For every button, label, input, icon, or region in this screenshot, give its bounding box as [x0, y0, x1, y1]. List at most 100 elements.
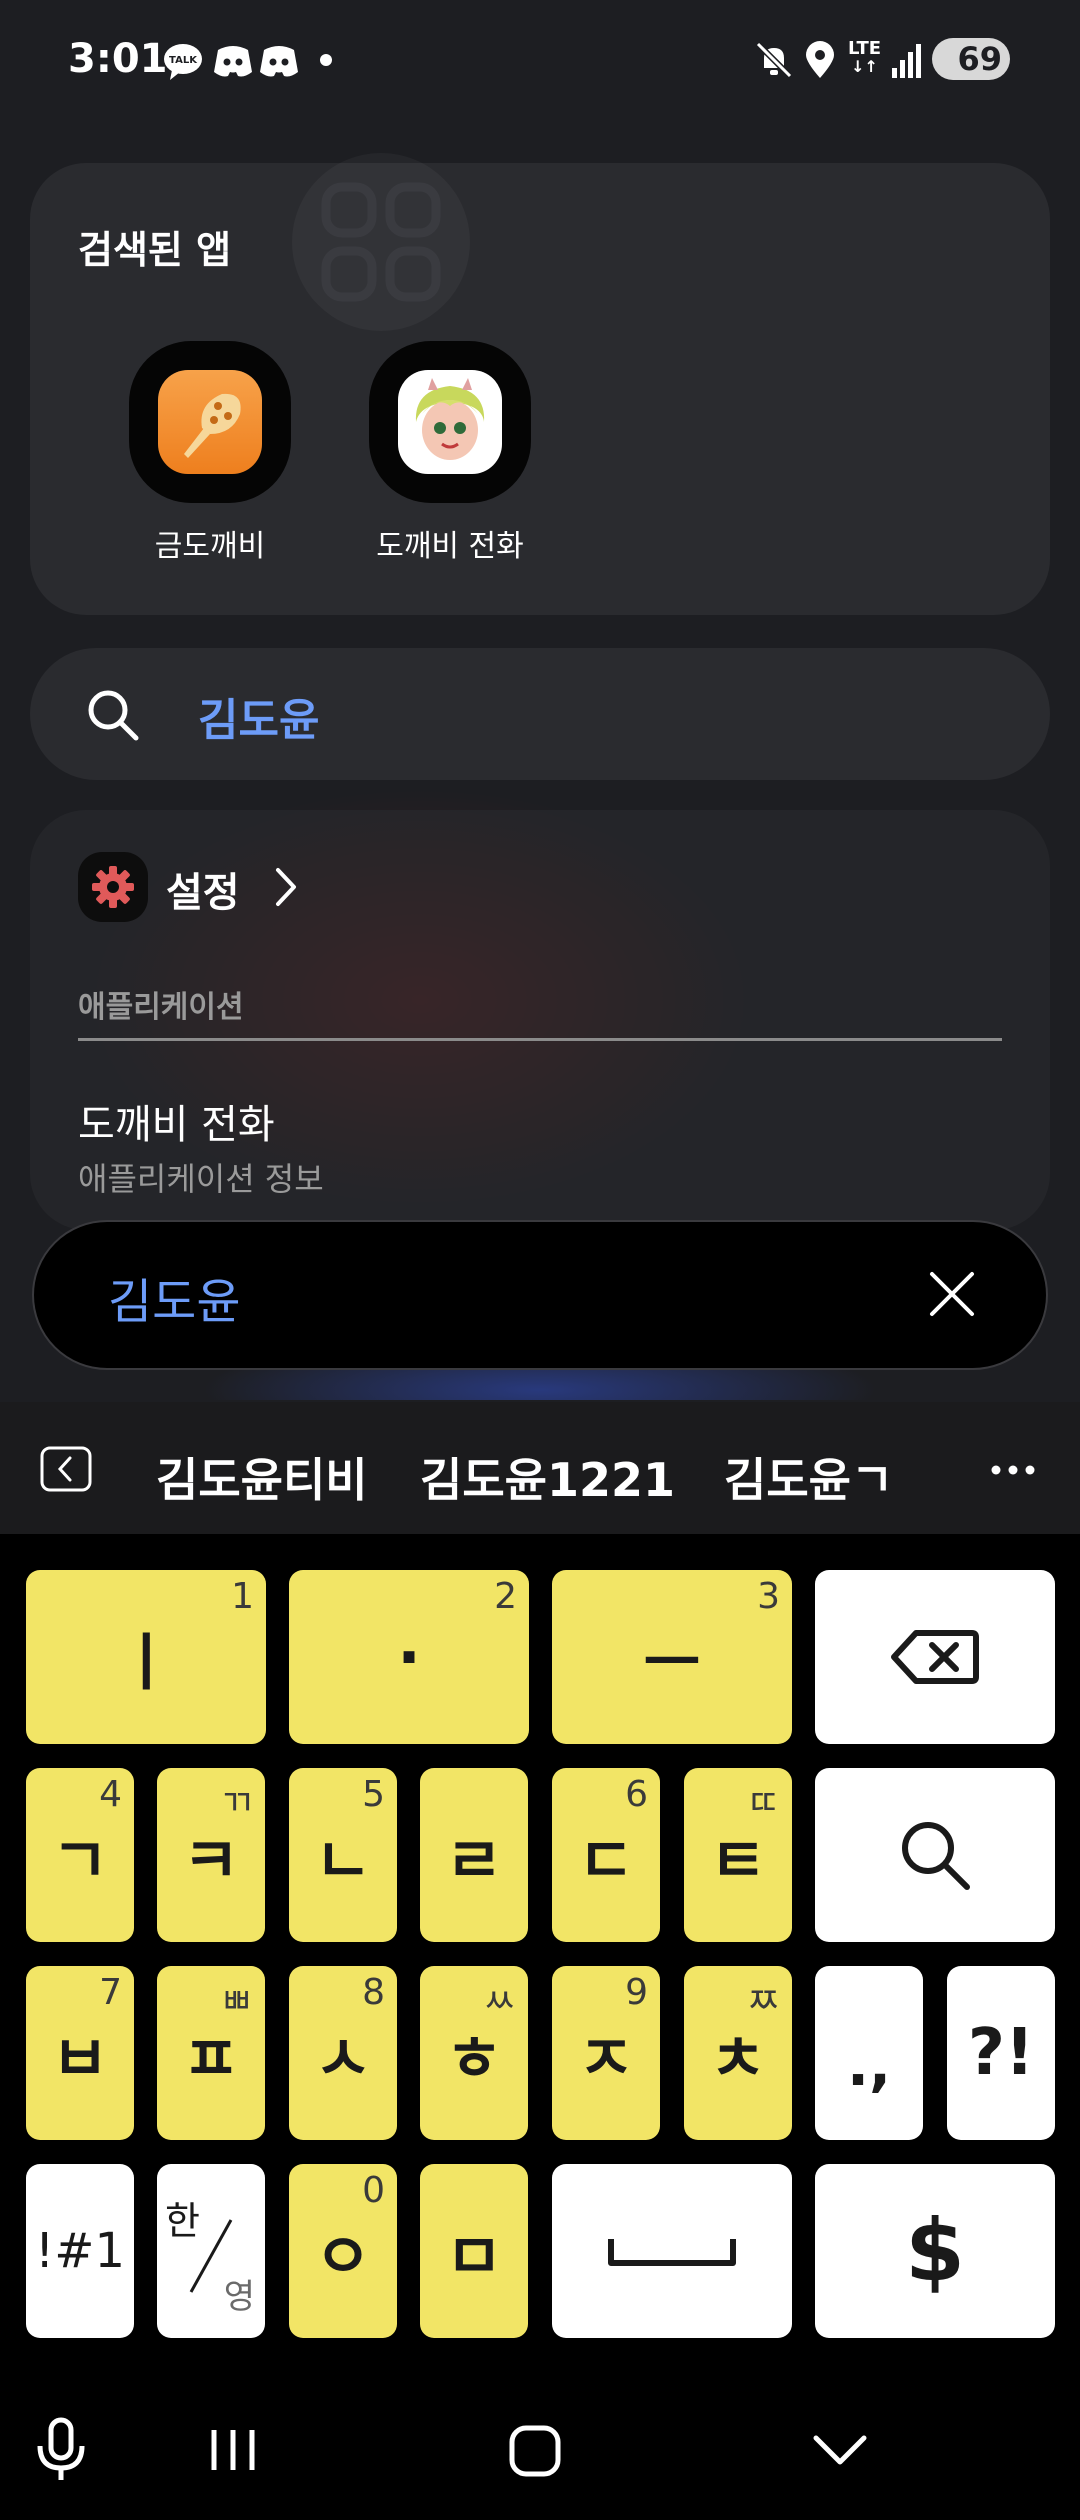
key-char: ㄱ: [51, 1824, 109, 1897]
key-char: ·: [397, 1620, 421, 1694]
backspace-icon: [891, 1630, 979, 1684]
key-number: ㅃ: [219, 1981, 253, 2022]
key-d[interactable]: 6 ㄷ: [552, 1768, 660, 1942]
key-s[interactable]: 8 ㅅ: [289, 1966, 397, 2140]
home-icon[interactable]: [508, 2424, 562, 2478]
key-number: 6: [625, 1774, 648, 1815]
key-number: ㄸ: [746, 1783, 780, 1824]
search-input-value: 김도윤: [108, 1274, 241, 1330]
result-item-subtitle: 애플리케이션 정보: [78, 1160, 324, 1198]
search-key[interactable]: [815, 1768, 1055, 1942]
search-results-card: 설정 애플리케이션 도깨비 전화 애플리케이션 정보: [30, 810, 1050, 1230]
discord-icon: [260, 46, 298, 77]
search-icon: [902, 1822, 970, 1890]
divider: [78, 1038, 1002, 1041]
more-icon[interactable]: [990, 1464, 1036, 1476]
key-number: ㅉ: [746, 1981, 780, 2022]
key-h[interactable]: ㅆ ㅎ: [420, 1966, 528, 2140]
network-label: LTE: [848, 38, 882, 59]
question-exclaim-key[interactable]: ?!: [947, 1966, 1055, 2140]
app-golden-goblin[interactable]: 금도깨비: [90, 341, 330, 565]
discord-icon: [214, 46, 252, 77]
svg-text:TALK: TALK: [169, 55, 198, 66]
key-number: ㅆ: [482, 1981, 516, 2022]
back-icon[interactable]: [40, 1446, 92, 1492]
key-char: !#1: [35, 2223, 125, 2279]
battery-indicator: 69: [932, 38, 1010, 80]
key-k[interactable]: ㄲ ㅋ: [157, 1768, 265, 1942]
language-switch-key[interactable]: 한 영: [157, 2164, 265, 2338]
signal-icon: [892, 44, 921, 78]
suggestion-item[interactable]: 김도윤티비: [156, 1444, 368, 1510]
key-char: ㅂ: [51, 2022, 109, 2095]
key-char: ㅇ: [314, 2220, 372, 2293]
key-vowel-eu[interactable]: 3 ㅡ: [552, 1570, 792, 1744]
app-label: 금도깨비: [154, 529, 266, 564]
lang-english: 영: [223, 2277, 255, 2317]
key-char: ㄷ: [577, 1824, 635, 1897]
settings-gear-icon: [78, 852, 148, 922]
chevron-right-icon[interactable]: [270, 864, 300, 910]
battery-level: 69: [957, 40, 1002, 78]
key-char: ㄹ: [445, 1824, 503, 1897]
microphone-icon[interactable]: [34, 2416, 88, 2484]
section-label: 애플리케이션: [78, 990, 244, 1025]
result-item-title[interactable]: 도깨비 전화: [78, 1092, 275, 1150]
key-char: ㅡ: [643, 1626, 701, 1699]
key-j[interactable]: 9 ㅈ: [552, 1966, 660, 2140]
key-number: 7: [99, 1972, 122, 2013]
key-number: 4: [99, 1774, 122, 1815]
symbols-key[interactable]: !#1: [26, 2164, 134, 2338]
key-char: ?!: [967, 2016, 1035, 2090]
key-char: ㅈ: [577, 2022, 635, 2095]
golden-club-icon: [129, 341, 291, 503]
key-ch[interactable]: ㅉ ㅊ: [684, 1966, 792, 2140]
key-char: $: [905, 2201, 965, 2301]
key-t[interactable]: ㄸ ㅌ: [684, 1768, 792, 1942]
keyboard: 1 ㅣ 2 · 3 ㅡ 4 ㄱ ㄲ ㅋ 5 ㄴ ㄹ 6 ㄷ ㄸ ㅌ 7 ㅂ ㅃ …: [0, 1534, 1080, 2380]
suggestion-item[interactable]: 김도윤1221: [420, 1444, 675, 1510]
currency-key[interactable]: $: [815, 2164, 1055, 2338]
searched-apps-title: 검색된 앱: [78, 228, 232, 272]
key-char: ㄴ: [314, 1824, 372, 1897]
space-key[interactable]: [552, 2164, 792, 2338]
settings-link[interactable]: 설정: [166, 860, 240, 918]
suggestion-bar: 김도윤티비 김도윤1221 김도윤ㄱ: [0, 1402, 1080, 1534]
key-char: ㅅ: [314, 2022, 372, 2095]
hide-keyboard-icon[interactable]: [812, 2434, 868, 2468]
close-icon[interactable]: [924, 1266, 980, 1322]
key-char: .,: [846, 2031, 892, 2099]
search-input[interactable]: 김도윤: [32, 1220, 1048, 1370]
search-bar[interactable]: 김도윤: [30, 648, 1050, 780]
key-p[interactable]: ㅃ ㅍ: [157, 1966, 265, 2140]
key-n[interactable]: 5 ㄴ: [289, 1768, 397, 1942]
status-time: 3:01: [68, 36, 168, 82]
key-b[interactable]: 7 ㅂ: [26, 1966, 134, 2140]
app-goblin-phone[interactable]: 도깨비 전화: [330, 341, 570, 565]
dot-icon: [320, 54, 332, 66]
key-number: 1: [231, 1576, 254, 1617]
search-query: 김도윤: [198, 695, 320, 746]
location-icon: [806, 41, 834, 78]
key-char: ㅁ: [445, 2220, 503, 2293]
key-m[interactable]: ㅁ: [420, 2164, 528, 2338]
status-bar: 3:01 TALK LTE ↓↑ 69: [0, 0, 1080, 125]
key-r[interactable]: ㄹ: [420, 1768, 528, 1942]
search-icon: [88, 690, 139, 741]
suggestion-item[interactable]: 김도윤ㄱ: [724, 1444, 893, 1510]
searched-apps-card: 검색된 앱 금도깨비 도깨비 전화: [30, 153, 1050, 615]
navigation-bar: [0, 2380, 1080, 2520]
backspace-key[interactable]: [815, 1570, 1055, 1744]
punctuation-key[interactable]: .,: [815, 1966, 923, 2140]
key-vowel-i[interactable]: 1 ㅣ: [26, 1570, 266, 1744]
key-g[interactable]: 4 ㄱ: [26, 1768, 134, 1942]
key-vowel-dot[interactable]: 2 ·: [289, 1570, 529, 1744]
key-number: 9: [625, 1972, 648, 2013]
space-icon: [608, 2239, 736, 2266]
goblin-avatar-icon: [369, 341, 531, 503]
key-ng[interactable]: 0 ㅇ: [289, 2164, 397, 2338]
key-char: ㅣ: [117, 1626, 175, 1699]
lte-icon: LTE ↓↑: [848, 38, 882, 76]
recent-apps-icon[interactable]: [206, 2426, 260, 2474]
key-number: 2: [494, 1576, 517, 1617]
